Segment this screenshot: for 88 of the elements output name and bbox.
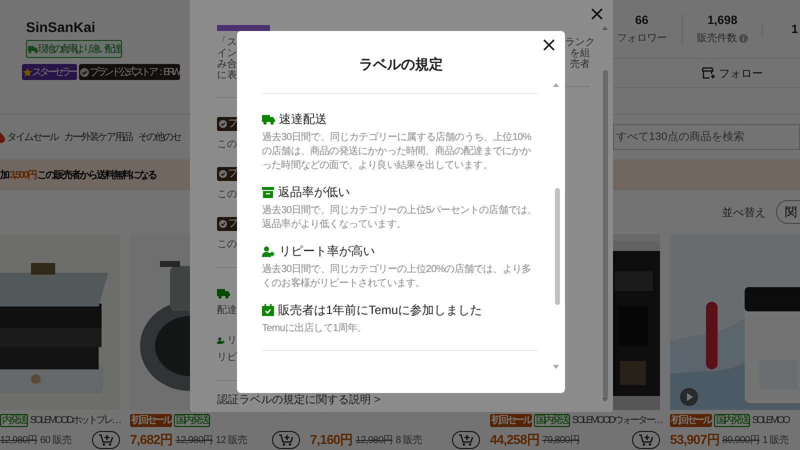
category-tab[interactable]: カー外装ケア用品 bbox=[64, 130, 132, 144]
rule-description: Temuに出店して1周年。 bbox=[262, 322, 368, 336]
add-to-cart-button[interactable] bbox=[92, 431, 120, 449]
sold-count: 60 販売 bbox=[40, 434, 72, 447]
badge-label: 現地の倉庫 | より速い配達 bbox=[38, 42, 120, 56]
shipping-tag: 国内発送 bbox=[534, 414, 570, 426]
close-button[interactable] bbox=[542, 38, 556, 52]
product-name: SOLEMOO bbox=[752, 414, 789, 426]
sale-tag: 初回セール bbox=[670, 414, 712, 426]
shipping-tag: 国内発送 bbox=[714, 414, 750, 426]
scroll-down-icon bbox=[553, 365, 559, 369]
rule-title: 返品率が低い bbox=[278, 185, 350, 199]
text-fragment: を組 bbox=[569, 48, 590, 59]
sold-count: 8 販売 bbox=[396, 434, 422, 447]
list-price: 12,980円 bbox=[0, 434, 38, 447]
search-field[interactable]: すべて130点の商品を検索 bbox=[613, 124, 800, 150]
follow-button[interactable]: フォロー bbox=[702, 66, 763, 80]
stat-value: 1,698 bbox=[707, 13, 738, 27]
cart-icon bbox=[279, 434, 293, 446]
text-fragment: この bbox=[217, 139, 237, 151]
truck-icon bbox=[262, 114, 275, 124]
scroll-up-icon bbox=[553, 83, 559, 87]
text-fragment: この bbox=[217, 189, 237, 201]
product-price: 44,258円 bbox=[490, 431, 540, 449]
sold-count: 12 販売 bbox=[216, 434, 248, 447]
close-icon bbox=[591, 8, 603, 20]
rule-description: 過去30日間で、同じカテゴリーに属する店舗のうち、上位10%の店舗は、商品の発送にかかった時間、商品の配達までにかかった時間などの面で、より良い結果を出しています。 bbox=[262, 131, 532, 173]
stat-value: 1 bbox=[791, 22, 798, 36]
category-tab[interactable]: タイムセール bbox=[0, 130, 58, 144]
store-plus-icon bbox=[702, 67, 716, 79]
add-to-cart-button[interactable] bbox=[272, 431, 300, 449]
rule-description: 過去30日間で、同じカテゴリーの上位20%の店舗では、より多くのお客様がリピートされています。 bbox=[262, 263, 532, 291]
text-fragment: 売者 bbox=[569, 59, 590, 70]
category-tab[interactable]: その他のセ bbox=[138, 130, 180, 144]
scrollbar-thumb[interactable] bbox=[555, 188, 560, 305]
add-to-cart-button[interactable] bbox=[632, 431, 660, 449]
product-name: SOLEMOODウォーター… bbox=[572, 414, 662, 427]
rule-title: 速達配送 bbox=[279, 112, 327, 126]
scroll-down-icon bbox=[602, 398, 608, 402]
scroll-up-icon bbox=[602, 26, 608, 30]
badge-label: スターセラー bbox=[32, 66, 76, 79]
people-star-icon bbox=[262, 246, 275, 256]
text-fragment: 配達 bbox=[217, 305, 237, 317]
close-icon bbox=[543, 39, 555, 51]
rule-title: リピート率が高い bbox=[279, 244, 375, 258]
product-price: 7,160円 bbox=[310, 431, 353, 449]
text-fragment: この bbox=[217, 239, 237, 251]
cart-icon bbox=[639, 434, 653, 446]
dialog-title: ラベルの規定 bbox=[359, 55, 443, 73]
banner-text: 加3,500円この販売者から送料無料になる bbox=[0, 168, 156, 182]
list-price: 79,800円 bbox=[542, 434, 580, 447]
sort-label: 並べ替え bbox=[722, 206, 766, 220]
calendar-check-icon bbox=[262, 304, 274, 316]
list-price: 12,980円 bbox=[176, 434, 213, 447]
cart-icon bbox=[99, 434, 113, 446]
shipping-tag: 国内発送 bbox=[174, 414, 210, 426]
text-fragment: 「ス bbox=[217, 37, 237, 48]
scrollbar-thumb[interactable] bbox=[603, 70, 608, 400]
cart-icon bbox=[459, 434, 473, 446]
sold-count: 1 販売 bbox=[762, 434, 789, 447]
text-fragment: リ bbox=[227, 334, 237, 346]
sort-button[interactable]: 関 bbox=[776, 200, 800, 224]
seller-badge bbox=[217, 25, 270, 31]
list-price: 12,980円 bbox=[356, 434, 393, 447]
stat-label: フォロワー bbox=[616, 32, 667, 45]
box-icon bbox=[262, 186, 274, 198]
badge-label: ブランド公式ストア：ERW bbox=[89, 66, 179, 79]
stat-value: 66 bbox=[635, 13, 648, 27]
sale-tag: 初回セール bbox=[130, 414, 172, 426]
text-fragment: に表 bbox=[217, 70, 237, 81]
star-icon bbox=[23, 68, 32, 76]
people-star-icon bbox=[217, 334, 225, 346]
sale-tag: 初回セール bbox=[490, 414, 532, 426]
rule-title: 販売者は1年前にTemuに参加しました bbox=[278, 303, 482, 317]
stat-label: 販売件数 bbox=[696, 32, 737, 45]
product-name: SOLEMOODホットプレ… bbox=[30, 414, 120, 427]
truck-icon bbox=[217, 288, 230, 298]
text-fragment: イン bbox=[217, 48, 237, 59]
product-price: 7,682円 bbox=[130, 431, 173, 449]
text-fragment: リピ bbox=[217, 352, 237, 364]
list-price: 89,900円 bbox=[722, 434, 760, 447]
shop-name: SinSanKai bbox=[26, 19, 96, 35]
shipping-tag: 内発送 bbox=[0, 414, 28, 426]
rule-description: 過去30日間で、同じカテゴリーの上位5パーセントの店舗では、返品率がより低くなっています。 bbox=[262, 204, 538, 232]
text-fragment: み合 bbox=[217, 59, 237, 70]
product-price: 53,907円 bbox=[670, 431, 720, 449]
add-to-cart-button[interactable] bbox=[452, 431, 480, 449]
help-link[interactable]: 認証ラベルの規定に関する説明 > bbox=[217, 392, 380, 407]
